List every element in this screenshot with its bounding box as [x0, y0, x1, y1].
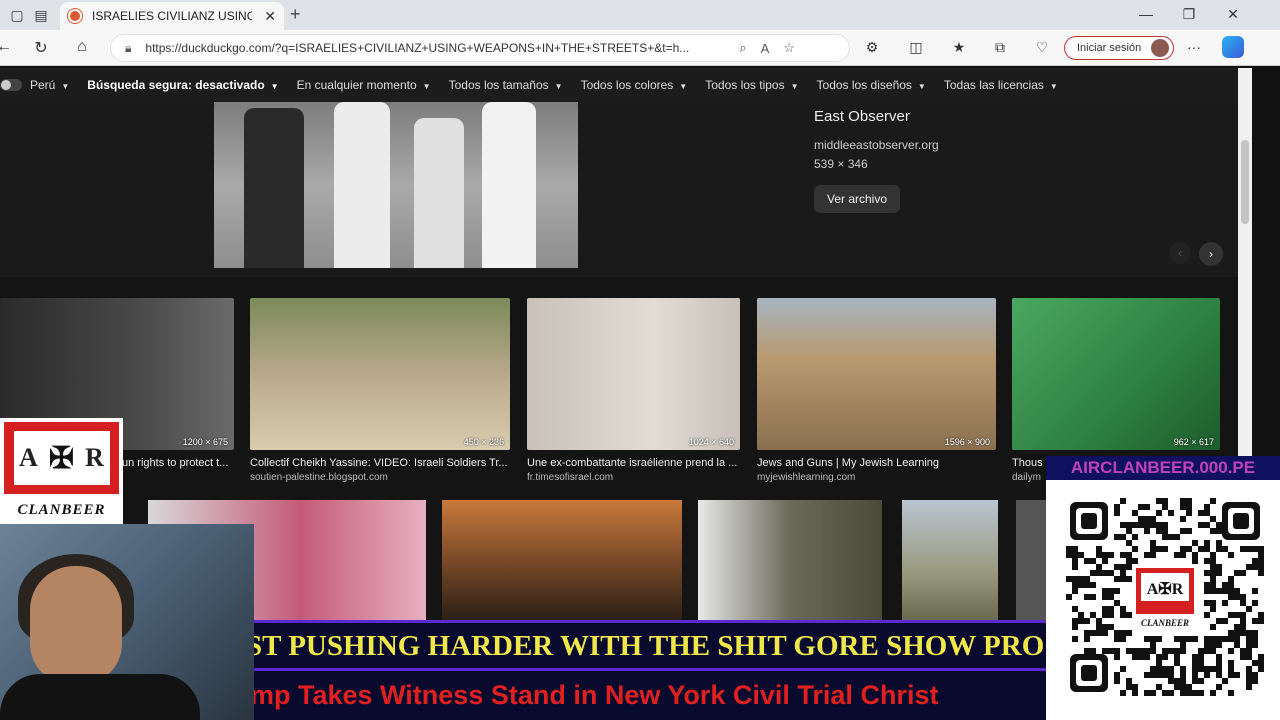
- result-thumbnail[interactable]: [442, 500, 682, 620]
- split-screen-icon[interactable]: ◫: [906, 39, 926, 56]
- url-field[interactable]: 🔒︎ https://duckduckgo.com/?q=ISRAELIES+C…: [110, 34, 850, 62]
- copilot-icon[interactable]: [1222, 36, 1244, 58]
- zoom-icon[interactable]: ⌕: [739, 40, 746, 56]
- type-filter[interactable]: Todos los tipos ▼: [705, 78, 798, 92]
- signin-button[interactable]: Iniciar sesión: [1064, 36, 1174, 60]
- result-caption[interactable]: un rights to protect t...: [122, 457, 234, 469]
- license-filter[interactable]: Todas las licencias ▼: [944, 78, 1058, 92]
- result-thumbnail[interactable]: 450 × 236: [250, 298, 510, 450]
- result-caption[interactable]: Thous: [1012, 457, 1046, 469]
- qr-caption: CLANBEER: [1141, 618, 1189, 628]
- maximize-icon[interactable]: ❐: [1177, 6, 1201, 23]
- logo-caption: CLANBEER: [17, 502, 106, 518]
- result-thumbnail[interactable]: 962 × 617: [1012, 298, 1220, 450]
- signin-label: Iniciar sesión: [1077, 42, 1142, 54]
- lock-icon[interactable]: 🔒︎: [125, 41, 131, 56]
- iron-cross-icon: ✠: [48, 441, 75, 475]
- vertical-tabs-icon[interactable]: ▤: [30, 5, 52, 25]
- close-window-icon[interactable]: ✕: [1221, 6, 1245, 23]
- favorites-icon[interactable]: ★: [949, 39, 969, 56]
- result-source[interactable]: fr.timesofisrael.com: [527, 472, 740, 483]
- prev-arrow-icon[interactable]: ‹: [1169, 242, 1191, 264]
- result-caption[interactable]: Jews and Guns | My Jewish Learning: [757, 457, 996, 469]
- clanbeer-logo: A ✠ R CLANBEER: [0, 418, 123, 524]
- region-toggle[interactable]: [0, 79, 22, 91]
- result-thumbnail[interactable]: 1024 × 640: [527, 298, 740, 450]
- qr-code: A✠R CLANBEER: [1066, 498, 1264, 696]
- more-menu-icon[interactable]: ···: [1184, 39, 1204, 55]
- result-source[interactable]: soutien-palestine.blogspot.com: [250, 472, 510, 483]
- refresh-icon[interactable]: ↻: [31, 38, 51, 58]
- webcam-feed: [0, 524, 254, 720]
- url-text[interactable]: https://duckduckgo.com/?q=ISRAELIES+CIVI…: [145, 41, 725, 55]
- detail-size: 539 × 346: [814, 157, 868, 171]
- news-ticker-top: ST PUSHING HARDER WITH THE SHIT GORE SHO…: [254, 620, 1046, 668]
- screen: ▢ ▤ ISRAELIES CIVILIANZ USING WEAPONS IN…: [0, 0, 1280, 720]
- image-detail-panel: East Observer middleeastobserver.org 539…: [0, 102, 1238, 277]
- logo-letter-r: R: [85, 443, 104, 472]
- active-tab[interactable]: ISRAELIES CIVILIANZ USING WEAPONS IN THE…: [60, 2, 284, 30]
- avatar: [1151, 39, 1169, 57]
- filter-bar: Perú ▼ Búsqueda segura: desactivado ▼ En c…: [0, 68, 1238, 102]
- preview-image[interactable]: [214, 102, 578, 268]
- image-dimensions: 962 × 617: [1173, 437, 1214, 447]
- size-filter[interactable]: Todos los tamaños ▼: [449, 78, 563, 92]
- scrollbar-thumb[interactable]: [1241, 140, 1249, 224]
- favorite-star-icon[interactable]: ☆: [783, 40, 795, 56]
- close-tab-icon[interactable]: ✕: [264, 8, 276, 25]
- svg-text:A✠R: A✠R: [1147, 581, 1184, 598]
- minimize-icon[interactable]: —: [1134, 6, 1158, 22]
- result-thumbnail[interactable]: [902, 500, 998, 620]
- result-source[interactable]: dailym: [1012, 472, 1046, 483]
- color-filter[interactable]: Todos los colores ▼: [581, 78, 688, 92]
- result-thumbnail[interactable]: 1596 × 900: [757, 298, 996, 450]
- tab-actions-icon[interactable]: ▢: [6, 5, 28, 25]
- result-source[interactable]: myjewishlearning.com: [757, 472, 996, 483]
- view-file-button[interactable]: Ver archivo: [814, 185, 900, 213]
- extensions-icon[interactable]: ⚙: [862, 39, 882, 56]
- safe-search-filter[interactable]: Búsqueda segura: desactivado ▼: [87, 78, 278, 92]
- tab-bar: ▢ ▤ ISRAELIES CIVILIANZ USING WEAPONS IN…: [0, 0, 1280, 30]
- new-tab-button[interactable]: +: [290, 4, 301, 25]
- time-filter[interactable]: En cualquier momento ▼: [297, 78, 431, 92]
- tab-title: ISRAELIES CIVILIANZ USING WEAPONS IN THE…: [92, 9, 252, 23]
- news-ticker-bottom: mp Takes Witness Stand in New York Civil…: [254, 668, 1046, 720]
- image-dimensions: 1024 × 640: [688, 437, 734, 447]
- qr-url-banner: AIRCLANBEER.000.PE: [1046, 456, 1280, 480]
- region-filter[interactable]: Perú ▼: [30, 78, 69, 92]
- image-dimensions: 1596 × 900: [944, 437, 990, 447]
- ticker-top-text: ST PUSHING HARDER WITH THE SHIT GORE SHO…: [254, 630, 1045, 662]
- home-icon[interactable]: ⌂: [72, 38, 92, 56]
- logo-letter-a: A: [19, 443, 38, 472]
- back-icon[interactable]: ←: [0, 38, 14, 56]
- result-caption[interactable]: Collectif Cheikh Yassine: VIDEO: Israeli…: [250, 457, 510, 469]
- next-arrow-icon[interactable]: ›: [1199, 242, 1223, 266]
- duckduckgo-icon: [68, 9, 82, 23]
- image-dimensions: 450 × 236: [463, 437, 504, 447]
- read-aloud-icon[interactable]: A: [761, 41, 770, 56]
- result-thumbnail[interactable]: [698, 500, 882, 620]
- detail-site[interactable]: middleeastobserver.org: [814, 138, 939, 152]
- result-thumbnail[interactable]: [1016, 500, 1046, 620]
- layout-filter[interactable]: Todos los diseños ▼: [817, 78, 926, 92]
- collections-icon[interactable]: ⧉: [990, 39, 1010, 56]
- ticker-bottom-text: mp Takes Witness Stand in New York Civil…: [254, 680, 939, 710]
- result-caption[interactable]: Une ex-combattante israélienne prend la …: [527, 457, 740, 469]
- browser-essentials-icon[interactable]: ♡: [1032, 39, 1052, 56]
- detail-title[interactable]: East Observer: [814, 108, 910, 125]
- image-dimensions: 1200 × 675: [182, 437, 228, 447]
